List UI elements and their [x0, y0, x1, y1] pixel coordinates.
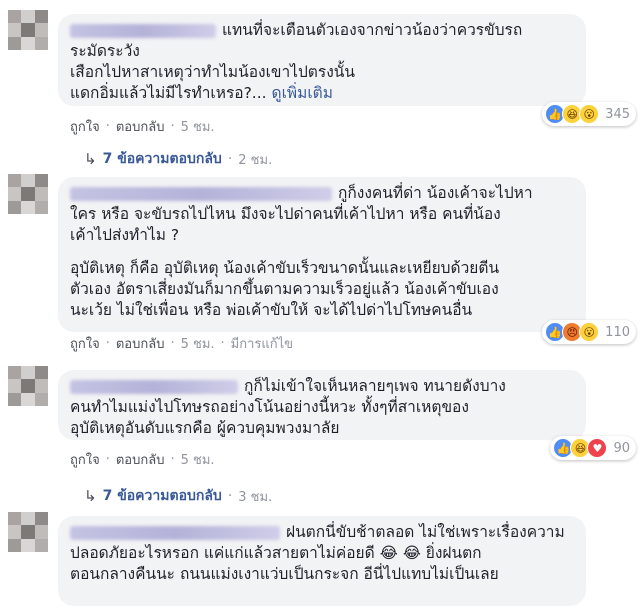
comment-text: แทนที่จะเตือนตัวเองจากข่าวน้องว่าควรขับร…	[70, 21, 523, 102]
laughing-emoji-icon: 😂 😂	[379, 544, 421, 562]
avatar[interactable]	[8, 512, 48, 552]
comment-actions: ถูกใจ · ตอบกลับ · 5 ชม. · มีการแก้ไข	[70, 333, 293, 354]
replies-time: 2 ชม.	[238, 152, 273, 168]
replies-link[interactable]: 7 ข้อความตอบกลับ	[103, 485, 222, 507]
comment-actions: ถูกใจ · ตอบกลับ · 5 ชม.	[70, 449, 215, 470]
reply-arrow-icon: ↳	[84, 487, 97, 505]
reaction-count: 345	[605, 106, 630, 122]
comment-actions: ถูกใจ · ตอบกลับ · 5 ชม.	[70, 116, 215, 137]
comment-text: ฝนตกนี่ขับช้าตลอด ไม่ใช่เพราะเรื่องความ …	[70, 523, 565, 583]
commenter-name[interactable]	[70, 186, 332, 201]
comment-text-paragraph: อุบัติเหตุ ก็คือ อุบัติเหตุ น้องเค้าขับเ…	[70, 259, 500, 319]
avatar[interactable]	[8, 10, 48, 50]
comment-time[interactable]: 5 ชม.	[181, 333, 215, 354]
comment-bubble: ฝนตกนี่ขับช้าตลอด ไม่ใช่เพราะเรื่องความ …	[58, 516, 586, 606]
commenter-name[interactable]	[70, 379, 238, 394]
replies-time: 3 ชม.	[238, 489, 273, 505]
comment-time[interactable]: 5 ชม.	[181, 449, 215, 470]
reaction-summary[interactable]: 👍 😆 ♥ 90	[550, 436, 636, 460]
avatar[interactable]	[8, 174, 48, 214]
replies-link[interactable]: 7 ข้อความตอบกลับ	[103, 148, 222, 170]
avatar[interactable]	[8, 366, 48, 406]
reaction-count: 110	[605, 324, 630, 340]
commenter-name[interactable]	[70, 23, 216, 38]
reaction-summary[interactable]: 👍 😠 😮 110	[542, 320, 636, 344]
love-icon: ♥	[587, 438, 608, 458]
reply-button[interactable]: ตอบกลับ	[116, 116, 165, 137]
comment-text: กูก็งงคนที่ด่า น้องเค้าจะไปหา ใคร หรือ จ…	[70, 184, 533, 244]
reply-button[interactable]: ตอบกลับ	[116, 449, 165, 470]
view-replies[interactable]: ↳ 7 ข้อความตอบกลับ · 3 ชม.	[84, 485, 272, 507]
comment-text: กูก็ไม่เข้าใจเห็นหลายๆเพจ ทนายดังบาง คนท…	[70, 377, 506, 437]
wow-icon: 😮	[579, 322, 600, 342]
reply-arrow-icon: ↳	[84, 150, 97, 168]
reaction-count: 90	[613, 440, 630, 456]
comment-bubble: แทนที่จะเตือนตัวเองจากข่าวน้องว่าควรขับร…	[58, 14, 586, 106]
edited-label[interactable]: มีการแก้ไข	[231, 333, 293, 354]
like-button[interactable]: ถูกใจ	[70, 116, 100, 137]
wow-icon: 😮	[579, 104, 600, 124]
reply-button[interactable]: ตอบกลับ	[116, 333, 165, 354]
commenter-name[interactable]	[70, 525, 280, 540]
comment-time[interactable]: 5 ชม.	[181, 116, 215, 137]
like-button[interactable]: ถูกใจ	[70, 333, 100, 354]
view-replies[interactable]: ↳ 7 ข้อความตอบกลับ · 2 ชม.	[84, 148, 272, 170]
comment-bubble: กูก็งงคนที่ด่า น้องเค้าจะไปหา ใคร หรือ จ…	[58, 177, 586, 332]
reaction-summary[interactable]: 👍 😆 😮 345	[542, 102, 636, 126]
see-more-link[interactable]: ดูเพิ่มเติม	[272, 84, 333, 102]
like-button[interactable]: ถูกใจ	[70, 449, 100, 470]
comment-bubble: กูก็ไม่เข้าใจเห็นหลายๆเพจ ทนายดังบาง คนท…	[58, 370, 586, 440]
